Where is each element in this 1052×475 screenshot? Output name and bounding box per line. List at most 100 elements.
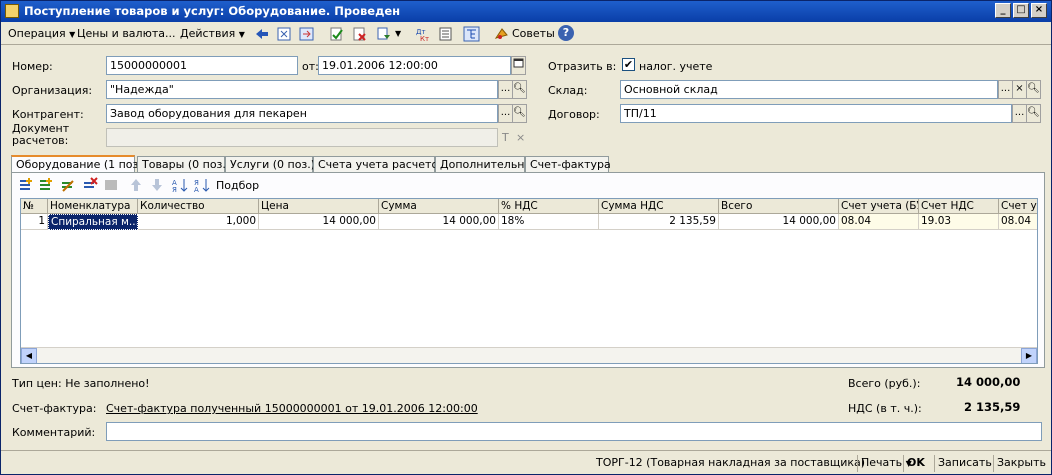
organization-field[interactable]: "Надежда"	[106, 80, 498, 99]
equipment-panel: AЯ ЯA Подбор № Номенклатура Количество Ц…	[11, 172, 1045, 368]
prices-currency-button[interactable]: Цены и валюта...	[77, 27, 175, 40]
refresh-icon[interactable]	[298, 26, 315, 42]
move-up-icon[interactable]	[128, 177, 144, 193]
warehouse-field[interactable]: Основной склад	[620, 80, 998, 99]
tab-services[interactable]: Услуги (0 поз.)	[225, 156, 315, 173]
table-cell-price[interactable]: 14 000,00	[259, 214, 379, 230]
ok-button[interactable]: OK	[903, 455, 928, 472]
actions-menu[interactable]: Действия ▼	[180, 27, 245, 40]
copy-row-icon[interactable]	[38, 177, 54, 193]
comment-field[interactable]	[106, 422, 1042, 441]
maximize-button[interactable]: □	[1013, 3, 1029, 18]
warehouse-clear-button[interactable]: ×	[1012, 80, 1027, 99]
tree-structure-icon[interactable]	[463, 26, 480, 42]
total-value: 14 000,00	[956, 375, 1021, 389]
edit-row-icon[interactable]	[60, 177, 76, 193]
tips-button[interactable]: Советы	[512, 27, 555, 40]
contractor-field[interactable]: Завод оборудования для пекарен	[106, 104, 498, 123]
contract-label: Договор:	[548, 108, 600, 121]
date-label: от:	[302, 60, 319, 73]
create-based-on-dropdown[interactable]: ▼	[395, 29, 401, 38]
clear-icon: ×	[1015, 83, 1024, 94]
column-header-total[interactable]: Всего	[719, 199, 839, 214]
unpost-document-icon[interactable]	[351, 26, 368, 42]
organization-select-button[interactable]: ...	[498, 80, 513, 99]
warehouse-open-button[interactable]: 🔍︎	[1026, 80, 1041, 99]
end-edit-icon	[105, 180, 117, 190]
torg12-print-button[interactable]: ТОРГ-12 (Товарная накладная за поставщик…	[593, 455, 868, 472]
contractor-select-button[interactable]: ...	[498, 104, 513, 123]
post-document-icon[interactable]	[328, 26, 345, 42]
svg-text:Кт: Кт	[420, 35, 429, 42]
table-cell-vat-rate[interactable]: 18%	[499, 214, 599, 230]
contractor-label: Контрагент:	[12, 108, 84, 121]
column-header-price[interactable]: Цена	[259, 199, 379, 214]
column-header-number[interactable]: №	[21, 199, 48, 214]
number-field[interactable]: 15000000001	[106, 56, 298, 75]
tab-goods[interactable]: Товары (0 поз.)	[137, 156, 230, 173]
contract-open-button[interactable]: 🔍︎	[1026, 104, 1041, 123]
column-header-quantity[interactable]: Количество	[138, 199, 259, 214]
warehouse-select-button[interactable]: ...	[998, 80, 1013, 99]
column-header-sum[interactable]: Сумма	[379, 199, 499, 214]
table-cell-total[interactable]: 14 000,00	[719, 214, 839, 230]
calendar-button[interactable]	[511, 56, 526, 75]
document-list-icon[interactable]	[437, 26, 454, 42]
vat-total-label: НДС (в т. ч.):	[848, 402, 922, 415]
add-row-icon[interactable]	[18, 177, 34, 193]
operation-menu[interactable]: Операция ▼	[8, 27, 75, 40]
close-window-button[interactable]: ×	[1031, 3, 1047, 18]
search-icon: 🔍︎	[1027, 83, 1040, 94]
minimize-button[interactable]: _	[995, 3, 1011, 18]
invoice-link[interactable]: Счет-фактура полученный 15000000001 от 1…	[106, 402, 478, 415]
table-cell-sum[interactable]: 14 000,00	[379, 214, 499, 230]
column-header-nomenclature[interactable]: Номенклатура	[48, 199, 138, 214]
organization-open-button[interactable]: 🔍︎	[512, 80, 527, 99]
contractor-open-button[interactable]: 🔍︎	[512, 104, 527, 123]
column-header-vat-rate[interactable]: % НДС	[499, 199, 599, 214]
contract-field[interactable]: ТП/11	[620, 104, 1012, 123]
date-field[interactable]: 19.01.2006 12:00:00	[318, 56, 511, 75]
tips-icon[interactable]	[493, 26, 510, 42]
delete-row-icon[interactable]	[82, 177, 98, 193]
save-button[interactable]: Записать	[934, 455, 995, 472]
column-header-vat-account[interactable]: Счет НДС	[919, 199, 999, 214]
table-cell-account[interactable]: 08.04	[839, 214, 919, 230]
comment-label: Комментарий:	[12, 426, 96, 439]
svg-text:A: A	[194, 186, 199, 193]
move-down-icon[interactable]	[149, 177, 165, 193]
reflect-label: Отразить в:	[548, 60, 617, 73]
bottom-action-bar: ТОРГ-12 (Товарная накладная за поставщик…	[1, 450, 1051, 474]
tab-invoice[interactable]: Счет-фактура	[525, 156, 611, 173]
movements-icon[interactable]: ДтКт	[414, 26, 431, 42]
scroll-left-icon[interactable]: ◀	[21, 348, 37, 363]
table-cell-nomenclature[interactable]: Спиральная м...	[48, 214, 138, 230]
tax-accounting-checkbox[interactable]: ✔	[622, 58, 635, 71]
table-cell-vat-sum[interactable]: 2 135,59	[599, 214, 719, 230]
help-button[interactable]: ?	[558, 25, 574, 41]
column-header-account-tax[interactable]: Счет уч	[999, 199, 1037, 214]
table-cell-vat-account[interactable]: 19.03	[919, 214, 999, 230]
sort-descending-icon[interactable]: ЯA	[194, 177, 210, 193]
column-header-account[interactable]: Счет учета (БУ)	[839, 199, 919, 214]
close-button[interactable]: Закрыть	[993, 455, 1049, 472]
create-based-on-icon[interactable]	[376, 26, 393, 42]
search-icon: 🔍︎	[513, 83, 526, 94]
document-structure-icon[interactable]	[276, 26, 293, 42]
sort-ascending-icon[interactable]: AЯ	[172, 177, 188, 193]
table-cell-number[interactable]: 1	[21, 214, 48, 230]
table-cell-quantity[interactable]: 1,000	[138, 214, 259, 230]
selection-button[interactable]: Подбор	[216, 179, 259, 192]
scroll-right-icon[interactable]: ▶	[1021, 348, 1037, 363]
warehouse-label: Склад:	[548, 84, 588, 97]
window-title: Поступление товаров и услуг: Оборудовани…	[24, 4, 401, 18]
table-cell-account-tax[interactable]: 08.04	[999, 214, 1037, 230]
number-label: Номер:	[12, 60, 53, 73]
horizontal-scrollbar[interactable]: ◀ ▶	[21, 347, 1037, 363]
contract-select-button[interactable]: ...	[1012, 104, 1027, 123]
tab-settlement-accounts[interactable]: Счета учета расчетов	[313, 156, 445, 173]
tab-additional[interactable]: Дополнительно	[435, 156, 531, 173]
column-header-vat-sum[interactable]: Сумма НДС	[599, 199, 719, 214]
back-arrow-icon[interactable]	[253, 26, 270, 42]
title-bar: Поступление товаров и услуг: Оборудовани…	[1, 1, 1051, 22]
